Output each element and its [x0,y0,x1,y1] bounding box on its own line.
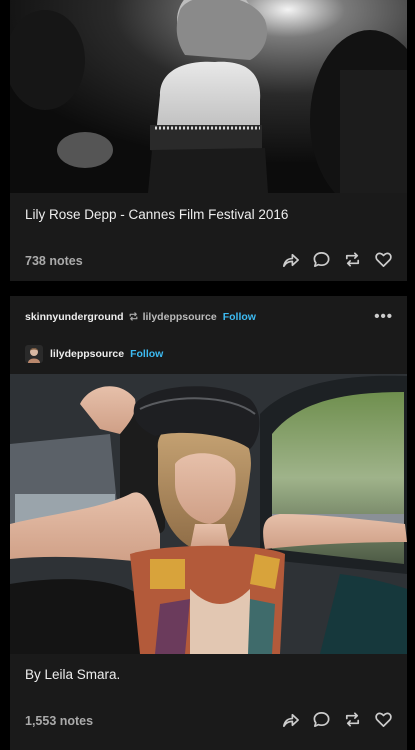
post-card-1: Lily Rose Depp - Cannes Film Festival 20… [10,0,407,281]
more-icon[interactable]: ••• [374,308,393,325]
share-icon[interactable] [281,710,300,729]
author-name[interactable]: lilydeppsource [50,348,124,360]
share-icon[interactable] [281,250,300,269]
follow-source-button[interactable]: Follow [223,311,256,323]
source-blog-name[interactable]: lilydeppsource [143,311,217,323]
reply-icon[interactable] [312,710,331,729]
like-icon[interactable] [374,710,393,729]
post-actions [281,710,393,729]
reblog-icon[interactable] [343,250,362,269]
avatar[interactable] [25,345,43,363]
author-row: lilydeppsource Follow [25,345,393,363]
post-photo-cannes[interactable] [10,0,407,193]
post-actions [281,250,393,269]
post-photo-car[interactable] [10,374,407,654]
reblog-small-icon [128,311,139,322]
reblog-icon[interactable] [343,710,362,729]
post-caption: Lily Rose Depp - Cannes Film Festival 20… [25,207,289,222]
post-caption: By Leila Smara. [25,667,121,682]
reblog-header: skinnyunderground lilydeppsource Follow … [25,308,393,325]
notes-count[interactable]: 738 notes [25,254,83,268]
notes-count[interactable]: 1,553 notes [25,714,93,728]
follow-author-button[interactable]: Follow [130,348,163,360]
like-icon[interactable] [374,250,393,269]
reblogger-name[interactable]: skinnyunderground [25,311,124,323]
reply-icon[interactable] [312,250,331,269]
post-card-2: skinnyunderground lilydeppsource Follow … [10,296,407,750]
